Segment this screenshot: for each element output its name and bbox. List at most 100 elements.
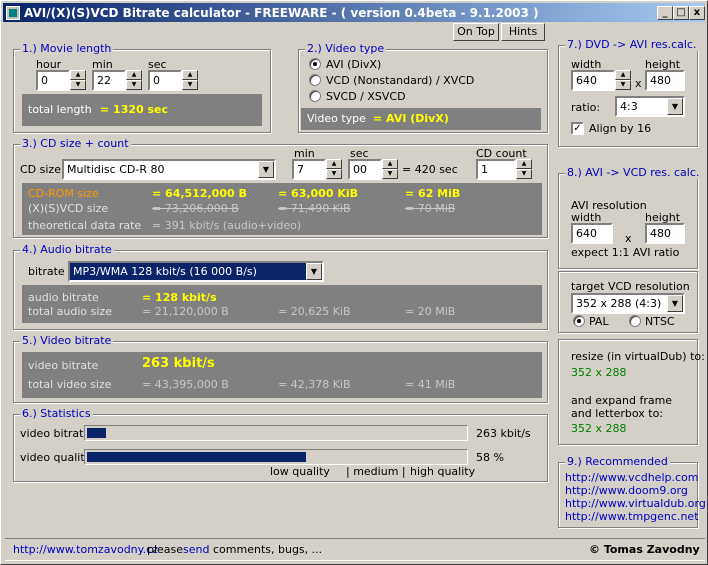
chevron-down-icon[interactable]: ▼ bbox=[306, 263, 322, 280]
title-bar[interactable]: AVI/(X)(S)VCD Bitrate calculator - FREEW… bbox=[3, 3, 705, 22]
total-video-mib: = 41 MiB bbox=[405, 378, 456, 391]
min-spinner[interactable]: ▲ ▼ bbox=[126, 70, 142, 91]
on-top-button[interactable]: On Top bbox=[453, 23, 499, 41]
cd-sec-spinner[interactable]: ▲ ▼ bbox=[382, 159, 398, 180]
link-virtualdub[interactable]: http://www.virtualdub.org bbox=[565, 497, 706, 510]
dvd-width-input[interactable]: 640 bbox=[571, 70, 615, 91]
video-type-panel: Video type = AVI (DivX) bbox=[301, 108, 541, 130]
vcd-size-bytes: = 73,206,000 B bbox=[152, 202, 239, 215]
statistics-group: 6.) Statistics video bitrate 263 kbit/s … bbox=[13, 407, 548, 482]
radio-svcd-label[interactable]: SVCD / XSVCD bbox=[326, 90, 406, 103]
min-input[interactable]: 22 bbox=[92, 70, 126, 91]
target-vcd-label: target VCD resolution bbox=[571, 280, 690, 293]
total-video-bytes: = 43,395,000 B bbox=[142, 378, 229, 391]
radio-svcd[interactable] bbox=[309, 90, 321, 102]
avi-width-input[interactable]: 640 bbox=[571, 223, 613, 244]
spin-down-icon[interactable]: ▼ bbox=[326, 169, 342, 179]
chevron-down-icon[interactable]: ▼ bbox=[667, 98, 683, 115]
link-vcdhelp[interactable]: http://www.vcdhelp.com bbox=[565, 471, 698, 484]
spin-down-icon[interactable]: ▼ bbox=[182, 80, 198, 90]
scale-medium-label: | medium | bbox=[346, 465, 406, 478]
cd-size-title: 3.) CD size + count bbox=[20, 137, 131, 150]
total-audio-label: total audio size bbox=[28, 305, 112, 318]
target-vcd-group: target VCD resolution 352 x 288 (4:3) ▼ … bbox=[558, 271, 698, 333]
resize-value: 352 x 288 bbox=[571, 366, 627, 379]
author-url-link[interactable]: http://www.tomzavodny.cz bbox=[13, 543, 158, 556]
video-type-result-value: = AVI (DivX) bbox=[373, 112, 449, 125]
radio-ntsc-label[interactable]: NTSC bbox=[645, 315, 675, 328]
radio-avi[interactable] bbox=[309, 58, 321, 70]
ratio-select[interactable]: 4:3 ▼ bbox=[615, 96, 685, 117]
sec-input[interactable]: 0 bbox=[148, 70, 182, 91]
total-audio-bytes: = 21,120,000 B bbox=[142, 305, 229, 318]
total-audio-mib: = 20 MiB bbox=[405, 305, 456, 318]
radio-avi-label[interactable]: AVI (DivX) bbox=[326, 58, 381, 71]
spin-up-icon[interactable]: ▲ bbox=[516, 159, 532, 169]
cd-size-select[interactable]: Multidisc CD-R 80 ▼ bbox=[62, 159, 276, 180]
total-length-label: total length bbox=[28, 103, 92, 116]
vcd-size-kib: = 71,490 KiB bbox=[278, 202, 351, 215]
scale-high-label: high quality bbox=[410, 465, 476, 478]
spin-up-icon[interactable]: ▲ bbox=[182, 70, 198, 80]
send-link[interactable]: send bbox=[183, 543, 209, 556]
recommended-group: 9.) Recommended http://www.vcdhelp.com h… bbox=[558, 455, 706, 528]
cd-sec-input[interactable]: 00 bbox=[348, 159, 382, 180]
dvd-height-input[interactable]: 480 bbox=[645, 70, 685, 91]
hour-input[interactable]: 0 bbox=[36, 70, 70, 91]
link-doom9[interactable]: http://www.doom9.org bbox=[565, 484, 688, 497]
radio-pal[interactable] bbox=[573, 315, 585, 327]
radio-vcd-label[interactable]: VCD (Nonstandard) / XVCD bbox=[326, 74, 474, 87]
cd-count-spinner[interactable]: ▲ ▼ bbox=[516, 159, 532, 180]
vcd-size-mib: = 70 MiB bbox=[405, 202, 456, 215]
video-group: 5.) Video bitrate video bitrate 263 kbit… bbox=[13, 334, 548, 403]
hints-button[interactable]: Hints bbox=[501, 23, 545, 41]
video-bitrate-row-label: video bitrate bbox=[28, 359, 99, 372]
app-window: AVI/(X)(S)VCD Bitrate calculator - FREEW… bbox=[0, 0, 708, 565]
spin-up-icon[interactable]: ▲ bbox=[382, 159, 398, 169]
maximize-button[interactable]: □ bbox=[673, 6, 689, 20]
radio-pal-label[interactable]: PAL bbox=[589, 315, 609, 328]
radio-vcd[interactable] bbox=[309, 74, 321, 86]
spin-up-icon[interactable]: ▲ bbox=[615, 70, 631, 80]
cd-size-value: Multidisc CD-R 80 bbox=[67, 163, 165, 176]
minimize-button[interactable]: _ bbox=[657, 6, 673, 20]
spin-down-icon[interactable]: ▼ bbox=[126, 80, 142, 90]
cd-size-group: 3.) CD size + count CD size Multidisc CD… bbox=[13, 137, 548, 238]
cd-min-spinner[interactable]: ▲ ▼ bbox=[326, 159, 342, 180]
close-button[interactable]: x bbox=[689, 6, 705, 20]
spin-up-icon[interactable]: ▲ bbox=[126, 70, 142, 80]
cd-count-input[interactable]: 1 bbox=[476, 159, 516, 180]
audio-bitrate-select[interactable]: MP3/WMA 128 kbit/s (16 000 B/s) ▼ bbox=[68, 261, 324, 282]
spin-down-icon[interactable]: ▼ bbox=[615, 80, 631, 90]
cdrom-size-label: CD-ROM size bbox=[28, 187, 99, 200]
stat-quality-value: 58 % bbox=[476, 451, 504, 464]
hour-spinner[interactable]: ▲ ▼ bbox=[70, 70, 86, 91]
avi-height-input[interactable]: 480 bbox=[645, 223, 685, 244]
stat-quality-label: video quality bbox=[20, 451, 92, 464]
spin-up-icon[interactable]: ▲ bbox=[70, 70, 86, 80]
align-label[interactable]: Align by 16 bbox=[589, 122, 651, 135]
app-icon bbox=[6, 5, 20, 20]
total-length-value: = 1320 sec bbox=[100, 103, 169, 116]
avi-vcd-title: 8.) AVI -> VCD res. calc. bbox=[565, 166, 702, 179]
spin-down-icon[interactable]: ▼ bbox=[382, 169, 398, 179]
chevron-down-icon[interactable]: ▼ bbox=[258, 161, 274, 178]
dvd-avi-title: 7.) DVD -> AVI res.calc. bbox=[565, 38, 699, 51]
sec-spinner[interactable]: ▲ ▼ bbox=[182, 70, 198, 91]
spin-up-icon[interactable]: ▲ bbox=[326, 159, 342, 169]
link-tmpgenc[interactable]: http://www.tmpgenc.net bbox=[565, 510, 699, 523]
spin-down-icon[interactable]: ▼ bbox=[516, 169, 532, 179]
statistics-title: 6.) Statistics bbox=[20, 407, 93, 420]
radio-ntsc[interactable] bbox=[629, 315, 641, 327]
video-bitrate-bar bbox=[84, 425, 468, 441]
dvd-width-spinner[interactable]: ▲ ▼ bbox=[615, 70, 631, 91]
cd-min-input[interactable]: 7 bbox=[292, 159, 326, 180]
expand-label-1: and expand frame bbox=[571, 394, 673, 407]
target-vcd-select[interactable]: 352 x 288 (4:3) ▼ bbox=[571, 293, 685, 314]
expand-value: 352 x 288 bbox=[571, 422, 627, 435]
vcd-size-label: (X)(S)VCD size bbox=[28, 202, 109, 215]
spin-down-icon[interactable]: ▼ bbox=[70, 80, 86, 90]
total-video-label: total video size bbox=[28, 378, 112, 391]
align-checkbox[interactable]: ✓ bbox=[571, 122, 584, 135]
chevron-down-icon[interactable]: ▼ bbox=[667, 295, 683, 312]
